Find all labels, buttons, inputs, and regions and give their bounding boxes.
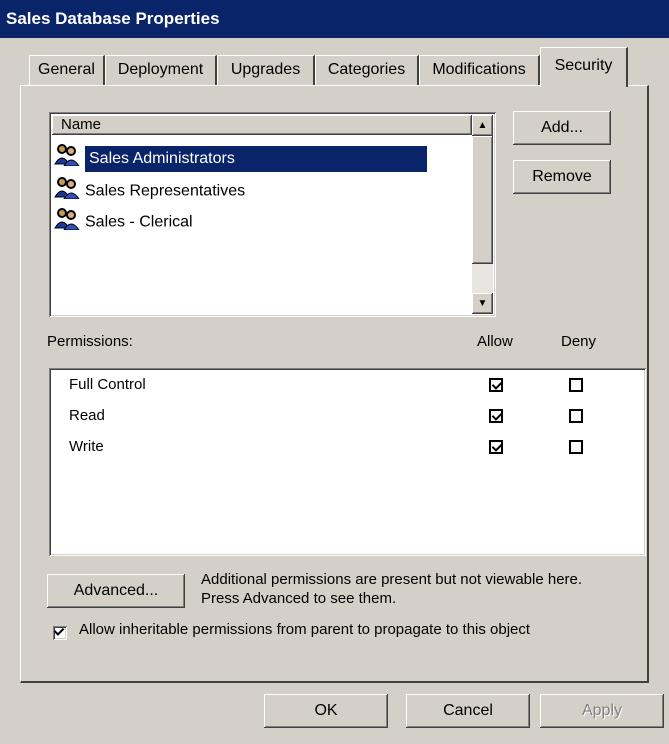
- name-column-header[interactable]: Name: [52, 115, 472, 135]
- allow-write-checkbox[interactable]: [489, 440, 503, 454]
- deny-column-header: Deny: [561, 333, 597, 350]
- permission-name-read: Read: [69, 407, 105, 424]
- deny-full-control-checkbox[interactable]: [569, 378, 583, 392]
- ok-button[interactable]: OK: [264, 694, 388, 728]
- cancel-button-label: Cancel: [443, 702, 493, 719]
- cancel-button[interactable]: Cancel: [406, 694, 530, 728]
- tab-categories[interactable]: Categories: [315, 55, 419, 85]
- properties-dialog: Sales Database Properties General Deploy…: [0, 0, 669, 744]
- allow-column-header: Allow: [477, 333, 513, 350]
- deny-write-checkbox[interactable]: [569, 440, 583, 454]
- remove-button-label: Remove: [532, 168, 592, 185]
- inherit-permissions-checkbox[interactable]: [53, 626, 67, 640]
- tab-modifications[interactable]: Modifications: [419, 55, 540, 85]
- permissions-label: Permissions:: [47, 333, 133, 350]
- allow-full-control-checkbox[interactable]: [489, 378, 503, 392]
- advanced-button-label: Advanced...: [73, 582, 159, 599]
- permissions-list: Full Control Read Write: [49, 368, 646, 556]
- tab-general[interactable]: General: [29, 55, 105, 85]
- arrow-down-icon: ▼: [477, 298, 488, 309]
- permission-name-write: Write: [69, 438, 104, 455]
- ok-button-label: OK: [314, 702, 338, 719]
- user-group-icon: [53, 206, 81, 239]
- item-label: Sales Representatives: [85, 182, 246, 200]
- advanced-button[interactable]: Advanced...: [47, 574, 185, 608]
- deny-read-checkbox[interactable]: [569, 409, 583, 423]
- scroll-up-button[interactable]: ▲: [472, 115, 493, 136]
- advanced-note: Additional permissions are present but n…: [201, 571, 583, 607]
- title-bar[interactable]: Sales Database Properties: [0, 0, 669, 38]
- list-item-sales-clerical[interactable]: Sales - Clerical: [53, 206, 193, 232]
- add-button-label: Add...: [541, 119, 583, 136]
- security-tab-panel: Name Sales Administrators Sales Represen…: [20, 85, 649, 683]
- inherit-permissions-label: Allow inheritable permissions from paren…: [79, 621, 531, 638]
- checkmark-icon: [53, 626, 67, 640]
- scroll-thumb[interactable]: [472, 136, 493, 264]
- list-item-sales-administrators[interactable]: Sales Administrators: [53, 142, 427, 172]
- names-listbox[interactable]: Name Sales Administrators Sales Represen…: [49, 112, 496, 317]
- tab-deployment[interactable]: Deployment: [105, 55, 217, 85]
- tab-upgrades[interactable]: Upgrades: [217, 55, 315, 85]
- arrow-up-icon: ▲: [477, 120, 488, 131]
- user-group-icon: [53, 142, 81, 175]
- apply-button-label: Apply: [581, 702, 623, 719]
- tab-security[interactable]: Security: [540, 47, 628, 87]
- allow-read-checkbox[interactable]: [489, 409, 503, 423]
- list-scrollbar[interactable]: ▲ ▼: [472, 115, 493, 314]
- remove-button[interactable]: Remove: [513, 160, 611, 194]
- permission-name-full-control: Full Control: [69, 376, 146, 393]
- add-button[interactable]: Add...: [513, 111, 611, 145]
- scroll-down-button[interactable]: ▼: [472, 293, 493, 314]
- apply-button[interactable]: Apply: [540, 694, 664, 728]
- window-title: Sales Database Properties: [6, 9, 220, 28]
- list-item-sales-representatives[interactable]: Sales Representatives: [53, 175, 245, 201]
- item-label: Sales Administrators: [85, 145, 427, 172]
- item-label: Sales - Clerical: [85, 213, 193, 231]
- user-group-icon: [53, 175, 81, 208]
